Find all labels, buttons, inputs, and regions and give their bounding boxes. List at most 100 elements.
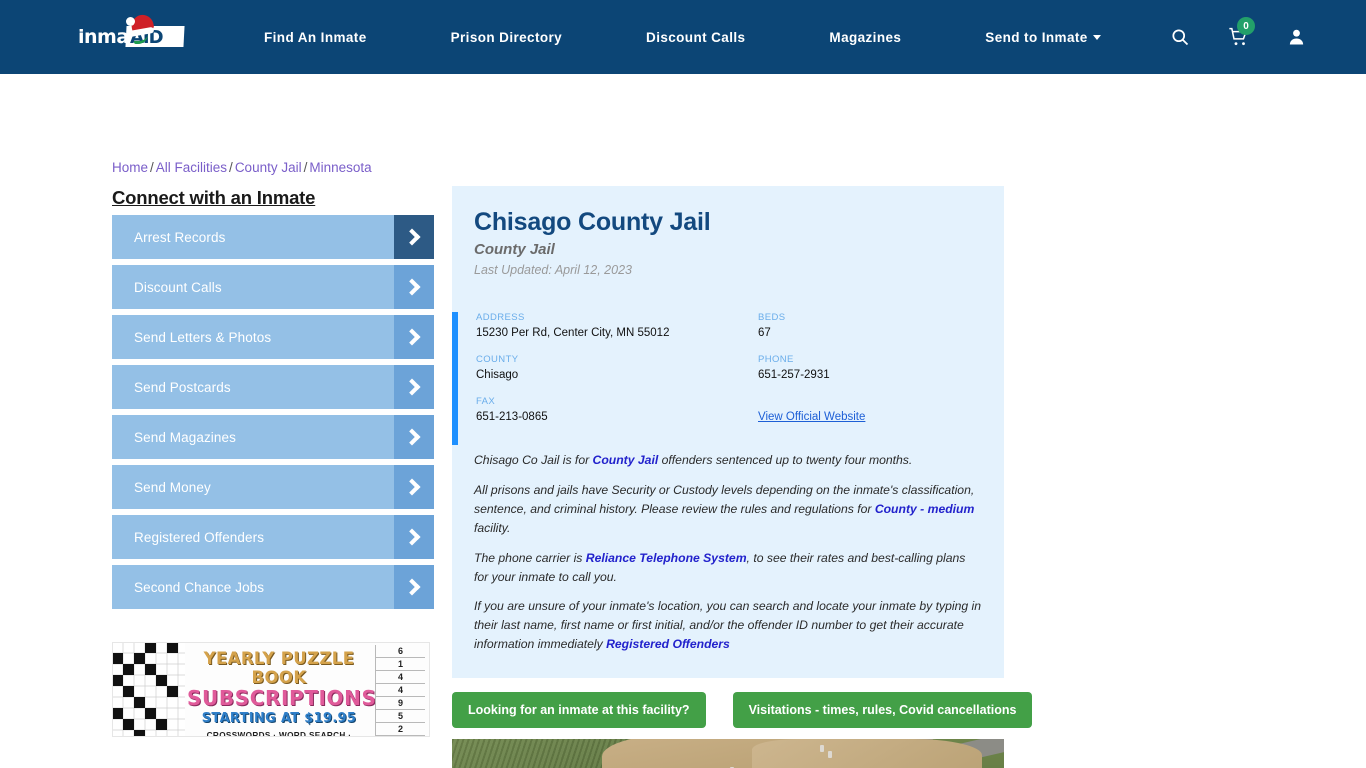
sidebar-item-label: Send Magazines xyxy=(134,429,236,445)
detail-value: 651-213-0865 xyxy=(476,411,548,423)
breadcrumb-item-county-jail[interactable]: County Jail xyxy=(235,160,302,175)
detail-value: 15230 Per Rd, Center City, MN 55012 xyxy=(476,327,670,339)
chevron-right-icon xyxy=(394,465,434,509)
last-updated-text: Last Updated: April 12, 2023 xyxy=(474,263,632,277)
sidebar-item-send-magazines[interactable]: Send Magazines xyxy=(112,415,434,459)
ad-text-block: YEARLY PUZZLE BOOK SUBSCRIPTIONS STARTIN… xyxy=(187,649,376,737)
nav-item-discount-calls[interactable]: Discount Calls xyxy=(646,30,745,45)
chevron-down-icon xyxy=(1092,35,1101,41)
nav-item-prison-directory[interactable]: Prison Directory xyxy=(451,30,562,45)
chevron-right-icon xyxy=(394,365,434,409)
sidebar-item-label: Second Chance Jobs xyxy=(134,579,265,595)
detail-fax: FAX 651-213-0865 xyxy=(476,396,758,423)
sidebar-item-arrest-records[interactable]: Arrest Records xyxy=(112,215,434,259)
nav-label: Magazines xyxy=(829,29,902,45)
facility-description: Chisago Co Jail is for County Jail offen… xyxy=(452,423,1004,678)
detail-value: 67 xyxy=(758,327,771,339)
sidebar-item-label: Send Letters & Photos xyxy=(134,329,272,345)
nav-label: Prison Directory xyxy=(450,29,563,45)
sudoku-cell: 4 xyxy=(375,684,425,697)
chevron-right-icon xyxy=(394,415,434,459)
sidebar-item-second-chance-jobs[interactable]: Second Chance Jobs xyxy=(112,565,434,609)
accent-bar xyxy=(452,312,458,445)
breadcrumb-item-home[interactable]: Home xyxy=(112,160,148,175)
sidebar-item-label: Discount Calls xyxy=(134,279,222,295)
header-icon-group: 0 xyxy=(1132,0,1306,74)
detail-official-website: . View Official Website xyxy=(758,396,982,423)
text-run: The phone carrier is xyxy=(474,550,586,565)
link-county-medium[interactable]: County - medium xyxy=(875,502,975,516)
description-paragraph-2: All prisons and jails have Security or C… xyxy=(474,481,982,538)
chevron-right-icon xyxy=(394,515,434,559)
text-run: Chisago Co Jail is for xyxy=(474,453,593,467)
sidebar-item-label: Send Postcards xyxy=(134,379,231,395)
nav-item-send-to-inmate[interactable]: Send to Inmate xyxy=(985,29,1101,45)
facility-type: County Jail xyxy=(474,241,555,258)
sidebar-item-send-money[interactable]: Send Money xyxy=(112,465,434,509)
page-content: Home / All Facilities / County Jail / Minnesot… xyxy=(0,74,1366,768)
chevron-right-icon xyxy=(394,215,434,259)
text-run: facility. xyxy=(474,520,511,535)
nav-label: Send to Inmate xyxy=(985,29,1088,45)
sidebar-item-label: Arrest Records xyxy=(134,229,226,245)
ad-price: STARTING AT $19.95 xyxy=(201,711,357,726)
description-paragraph-1: Chisago Co Jail is for County Jail offen… xyxy=(474,451,982,470)
inmateaid-logo[interactable]: inmate AID xyxy=(78,12,186,57)
user-account-icon[interactable] xyxy=(1287,27,1306,47)
breadcrumb-separator: / xyxy=(229,160,233,175)
breadcrumb-separator: / xyxy=(303,160,308,175)
text-run: offenders sentenced up to twenty four mo… xyxy=(658,453,913,467)
construction-dirt-area-2 xyxy=(752,739,982,768)
detail-address: ADDRESS 15230 Per Rd, Center City, MN 55… xyxy=(476,312,758,339)
detail-value: 651-257-2931 xyxy=(758,369,830,381)
detail-label: ADDRESS xyxy=(476,312,525,323)
facility-details-section: ADDRESS 15230 Per Rd, Center City, MN 55… xyxy=(452,312,1004,445)
search-icon[interactable] xyxy=(1170,27,1190,47)
ad-categories: CROSSWORDS · WORD SEARCH · SUDOKU · BRAI… xyxy=(206,731,352,737)
description-paragraph-4: If you are unsure of your inmate's locat… xyxy=(474,597,982,654)
view-official-website-link[interactable]: View Official Website xyxy=(758,411,865,423)
looking-for-inmate-button[interactable]: Looking for an inmate at this facility? xyxy=(452,692,706,728)
breadcrumb-item-minnesota[interactable]: Minnesota xyxy=(309,160,371,175)
sudoku-cell: 9 xyxy=(375,697,425,710)
link-reliance-telephone-system[interactable]: Reliance Telephone System xyxy=(586,551,747,565)
santa-hat-pompom-icon xyxy=(126,17,135,26)
sudoku-cell: 6 xyxy=(375,645,425,658)
detail-label: FAX xyxy=(476,396,496,407)
main-navigation: Find An Inmate Prison Directory Discount… xyxy=(264,30,1101,45)
cart-count-badge: 0 xyxy=(1237,17,1255,35)
detail-label: BEDS xyxy=(758,312,786,323)
sidebar-item-label: Registered Offenders xyxy=(134,529,265,545)
sidebar-item-send-postcards[interactable]: Send Postcards xyxy=(112,365,434,409)
sidebar-item-registered-offenders[interactable]: Registered Offenders xyxy=(112,515,434,559)
site-header: inmate AID Find An Inmate Prison Directo… xyxy=(0,0,1366,74)
facility-info-card: Chisago County Jail County Jail Last Upd… xyxy=(452,186,1004,679)
sidebar-item-discount-calls[interactable]: Discount Calls xyxy=(112,265,434,309)
nav-item-magazines[interactable]: Magazines xyxy=(829,30,901,45)
detail-label: COUNTY xyxy=(476,354,519,365)
nav-label: Discount Calls xyxy=(646,29,746,45)
chevron-right-icon xyxy=(394,315,434,359)
shopping-cart-icon[interactable]: 0 xyxy=(1228,17,1255,47)
detail-beds: BEDS 67 xyxy=(758,312,982,339)
facility-action-buttons: Looking for an inmate at this facility? … xyxy=(452,692,1033,728)
link-registered-offenders[interactable]: Registered Offenders xyxy=(606,637,730,651)
sidebar-item-send-letters-photos[interactable]: Send Letters & Photos xyxy=(112,315,434,359)
chevron-right-icon xyxy=(394,565,434,609)
sidebar-item-label: Send Money xyxy=(134,479,211,495)
facility-header: Chisago County Jail County Jail Last Upd… xyxy=(452,208,1004,277)
puzzle-book-ad-banner[interactable]: YEARLY PUZZLE BOOK SUBSCRIPTIONS STARTIN… xyxy=(112,642,430,737)
facility-satellite-image xyxy=(452,739,1004,768)
ad-headline: YEARLY PUZZLE BOOK xyxy=(203,649,355,687)
description-paragraph-3: The phone carrier is Reliance Telephone … xyxy=(474,549,982,587)
sudoku-cell: 2 xyxy=(375,723,425,736)
visitations-button[interactable]: Visitations - times, rules, Covid cancel… xyxy=(732,692,1033,728)
detail-value: Chisago xyxy=(476,369,519,381)
nav-item-find-an-inmate[interactable]: Find An Inmate xyxy=(264,30,367,45)
breadcrumb-item-all-facilities[interactable]: All Facilities xyxy=(156,160,227,175)
sidebar-menu: Arrest Records Discount Calls Send Lette… xyxy=(112,215,434,615)
breadcrumb: Home / All Facilities / County Jail / Minnesot… xyxy=(112,160,372,175)
link-county-jail[interactable]: County Jail xyxy=(593,453,659,467)
chevron-right-icon xyxy=(394,265,434,309)
detail-phone: PHONE 651-257-2931 xyxy=(758,354,982,381)
